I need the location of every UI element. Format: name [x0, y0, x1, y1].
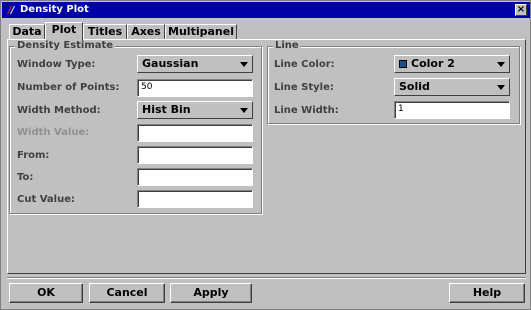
tab-data[interactable]: Data — [9, 24, 45, 39]
window-type-label: Window Type: — [17, 59, 96, 70]
width-value-input[interactable] — [137, 124, 253, 142]
width-method-select[interactable]: Hist Bin — [137, 101, 253, 119]
from-label: From: — [17, 150, 50, 161]
cancel-button[interactable]: Cancel — [89, 283, 165, 303]
chevron-down-icon — [240, 108, 248, 113]
from-input[interactable] — [137, 146, 253, 164]
line-style-value: Solid — [399, 80, 430, 93]
tab-multipanel[interactable]: Multipanel — [165, 24, 237, 39]
chevron-down-icon — [497, 85, 505, 90]
cut-value-label: Cut Value: — [17, 194, 75, 205]
window-type-value: Gaussian — [142, 57, 199, 70]
width-method-label: Width Method: — [17, 105, 101, 116]
line-style-select[interactable]: Solid — [394, 78, 510, 96]
line-width-label: Line Width: — [274, 105, 339, 116]
line-legend: Line — [273, 40, 301, 51]
ok-button[interactable]: OK — [9, 283, 83, 303]
width-method-value: Hist Bin — [142, 103, 191, 116]
tab-titles[interactable]: Titles — [83, 24, 127, 39]
density-plot-dialog: Density Plot × Data Plot Titles Axes Mul… — [0, 0, 531, 310]
tab-plot[interactable]: Plot — [45, 22, 83, 40]
tab-axes[interactable]: Axes — [127, 24, 165, 39]
apply-button[interactable]: Apply — [170, 283, 252, 303]
window-type-select[interactable]: Gaussian — [137, 55, 253, 73]
width-value-label: Width Value: — [17, 127, 90, 138]
title-bar[interactable]: Density Plot × — [2, 2, 530, 18]
cut-value-input[interactable] — [137, 190, 253, 208]
window-title: Density Plot — [20, 4, 89, 15]
line-color-select[interactable]: Color 2 — [394, 55, 510, 73]
line-color-label: Line Color: — [274, 59, 335, 70]
number-of-points-input[interactable]: 50 — [137, 79, 253, 97]
number-of-points-label: Number of Points: — [17, 82, 120, 93]
close-button[interactable]: × — [515, 4, 527, 16]
help-button[interactable]: Help — [449, 283, 525, 303]
line-color-value: Color 2 — [411, 57, 455, 70]
to-label: To: — [17, 172, 34, 183]
line-width-input[interactable]: 1 — [394, 101, 510, 119]
line-style-label: Line Style: — [274, 82, 334, 93]
chevron-down-icon — [497, 62, 505, 67]
color-swatch — [399, 60, 407, 68]
close-icon: × — [516, 4, 526, 15]
button-separator — [7, 277, 526, 279]
app-icon — [7, 6, 15, 14]
to-input[interactable] — [137, 168, 253, 186]
chevron-down-icon — [240, 62, 248, 67]
density-estimate-legend: Density Estimate — [15, 40, 116, 51]
